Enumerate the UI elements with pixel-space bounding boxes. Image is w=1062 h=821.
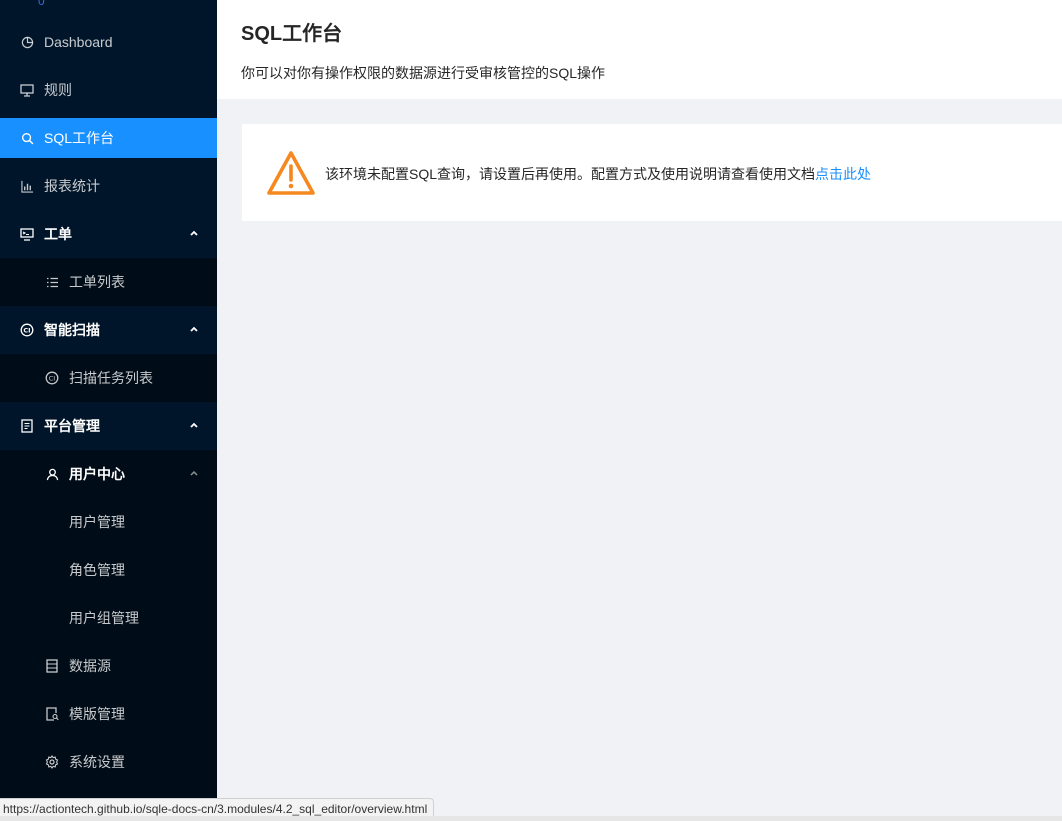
sidebar-item-label: 工单列表	[69, 274, 125, 290]
sidebar-item-smart-scan[interactable]: CI 智能扫描	[0, 310, 217, 350]
sidebar-item-label: Dashboard	[44, 34, 113, 50]
chevron-up-icon	[190, 326, 198, 332]
sidebar: 0 Dashboard 规则 SQL工作台 报表统计 工单 工单列表 CI 智能…	[0, 0, 217, 821]
sidebar-item-label: 用户中心	[69, 466, 125, 482]
sidebar-item-user-management[interactable]: 用户管理	[0, 502, 217, 542]
sidebar-item-label: 数据源	[69, 658, 111, 674]
database-icon	[45, 659, 59, 673]
chevron-up-icon	[190, 230, 198, 236]
warning-message: 该环境未配置SQL查询，请设置后再使用。配置方式及使用说明请查看使用文档点击此处	[325, 164, 871, 184]
warning-message-text: 该环境未配置SQL查询，请设置后再使用。配置方式及使用说明请查看使用文档	[325, 166, 816, 182]
unordered-list-icon	[45, 275, 59, 289]
sidebar-item-label: 扫描任务列表	[69, 370, 153, 386]
desktop-icon	[20, 83, 34, 97]
sidebar-item-role-management[interactable]: 角色管理	[0, 550, 217, 590]
sidebar-item-orders[interactable]: 工单	[0, 214, 217, 254]
sidebar-item-rules[interactable]: 规则	[0, 70, 217, 110]
setting-icon	[45, 755, 59, 769]
window-bottom-edge	[0, 816, 1062, 821]
sidebar-item-sql-workbench[interactable]: SQL工作台	[0, 118, 217, 158]
page-title: SQL工作台	[241, 23, 343, 45]
sidebar-item-scan-task-list[interactable]: CI 扫描任务列表	[0, 358, 217, 398]
pie-chart-icon	[20, 35, 34, 49]
audit-icon	[20, 419, 34, 433]
svg-text:CI: CI	[49, 375, 56, 383]
sidebar-item-platform-management[interactable]: 平台管理	[0, 406, 217, 446]
sidebar-item-user-center[interactable]: 用户中心	[0, 454, 217, 494]
page-description: 你可以对你有操作权限的数据源进行受审核管控的SQL操作	[241, 65, 606, 81]
sidebar-item-label: 规则	[44, 82, 72, 98]
sidebar-item-label: 智能扫描	[44, 322, 100, 338]
sidebar-item-label: 报表统计	[44, 178, 100, 194]
chevron-up-icon	[190, 470, 198, 476]
user-icon	[45, 467, 59, 481]
console-icon	[20, 227, 34, 241]
sidebar-item-label: 工单	[44, 226, 72, 242]
sidebar-item-reports[interactable]: 报表统计	[0, 166, 217, 206]
search-icon	[20, 131, 34, 145]
page-header: SQL工作台 你可以对你有操作权限的数据源进行受审核管控的SQL操作	[217, 0, 1062, 99]
sidebar-item-order-list[interactable]: 工单列表	[0, 262, 217, 302]
sidebar-item-label: 平台管理	[44, 418, 100, 434]
sidebar-item-user-group-management[interactable]: 用户组管理	[0, 598, 217, 638]
sidebar-item-label: 用户管理	[69, 514, 125, 530]
sidebar-item-label: 模版管理	[69, 706, 125, 722]
sidebar-item-data-source[interactable]: 数据源	[0, 646, 217, 686]
warning-icon	[267, 151, 315, 195]
sidebar-top-stub: 0	[38, 0, 45, 8]
bar-chart-icon	[20, 179, 34, 193]
file-search-icon	[45, 707, 59, 721]
sidebar-item-system-settings[interactable]: 系统设置	[0, 742, 217, 782]
docs-link[interactable]: 点击此处	[815, 166, 871, 182]
warning-card: 该环境未配置SQL查询，请设置后再使用。配置方式及使用说明请查看使用文档点击此处	[242, 124, 1062, 221]
sidebar-item-label: 用户组管理	[69, 610, 139, 626]
sidebar-item-template-management[interactable]: 模版管理	[0, 694, 217, 734]
ci-icon: CI	[20, 323, 34, 337]
ci-icon: CI	[45, 371, 59, 385]
svg-text:CI: CI	[23, 327, 30, 335]
sidebar-item-label: SQL工作台	[44, 130, 115, 146]
sidebar-item-label: 系统设置	[69, 754, 125, 770]
sidebar-item-dashboard[interactable]: Dashboard	[0, 22, 217, 62]
sidebar-item-label: 角色管理	[69, 562, 125, 578]
chevron-up-icon	[190, 422, 198, 428]
